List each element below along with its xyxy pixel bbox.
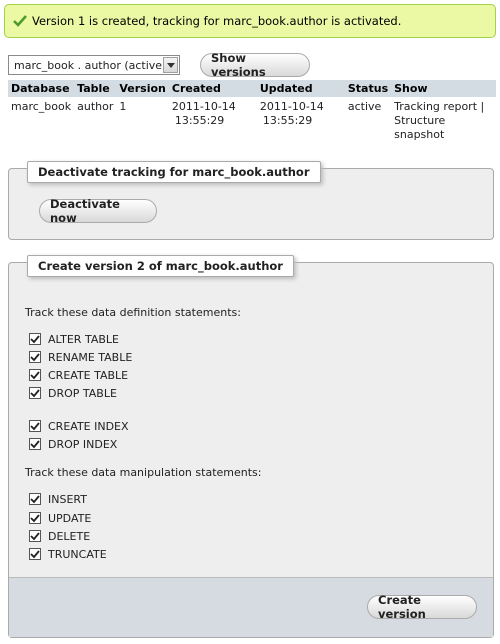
cell-table: author [77, 100, 114, 113]
checkbox-checked-icon[interactable] [29, 493, 41, 505]
create-version-legend: Create version 2 of marc_book.author [27, 255, 294, 277]
checkbox-label: DELETE [48, 529, 91, 543]
updated-date: 2011-10-14 [259, 100, 324, 113]
deactivate-legend: Deactivate tracking for marc_book.author [27, 161, 321, 183]
checkbox-checked-icon[interactable] [29, 369, 41, 381]
create-version-fieldset: Create version 2 of marc_book.author Tra… [8, 255, 494, 638]
table-row: marc_book author 1 2011-10-14 13:55:29 2… [8, 97, 496, 145]
checkbox-label: DROP INDEX [48, 437, 118, 451]
col-header: Created [168, 80, 257, 97]
table-version-select[interactable]: marc_book . author (active) [8, 55, 180, 75]
col-header: Table [74, 80, 117, 97]
checkbox-insert[interactable]: INSERT [29, 491, 87, 507]
checkbox-checked-icon[interactable] [29, 530, 41, 542]
cell-created: 2011-10-14 13:55:29 [169, 97, 257, 145]
checkbox-create-table[interactable]: CREATE TABLE [29, 367, 128, 383]
checkbox-label: CREATE INDEX [48, 419, 129, 433]
checkbox-checked-icon[interactable] [29, 438, 41, 450]
checkbox-label: TRUNCATE [48, 547, 107, 561]
checkbox-label: DROP TABLE [48, 386, 117, 400]
updated-time: 13:55:29 [262, 114, 313, 127]
success-text: Version 1 is created, tracking for marc_… [32, 14, 402, 28]
cell-database: marc_book [11, 100, 72, 113]
structure-snapshot-link[interactable]: Structure snapshot [394, 114, 493, 142]
checkbox-rename-table[interactable]: RENAME TABLE [29, 349, 132, 365]
created-date: 2011-10-14 [171, 100, 236, 113]
checkbox-checked-icon[interactable] [29, 387, 41, 399]
checkbox-drop-index[interactable]: DROP INDEX [29, 436, 117, 452]
col-header: Status [344, 80, 392, 97]
cell-version: 1 [119, 100, 127, 113]
checkbox-label: INSERT [48, 492, 87, 506]
show-versions-button[interactable]: Show versions [200, 51, 310, 79]
dml-label: Track these data manipulation statements… [25, 466, 262, 479]
checkbox-checked-icon[interactable] [29, 512, 41, 524]
deactivate-now-button[interactable]: Deactivate now [39, 197, 157, 225]
col-header: Database [8, 80, 75, 97]
success-message: Version 1 is created, tracking for marc_… [4, 4, 496, 38]
checkbox-label: CREATE TABLE [48, 368, 129, 382]
col-header: Version [116, 80, 169, 97]
checkbox-truncate[interactable]: TRUNCATE [29, 546, 107, 562]
created-time: 13:55:29 [174, 114, 225, 127]
link-separator: | [477, 100, 485, 113]
checkbox-label: ALTER TABLE [48, 332, 119, 346]
checkbox-create-index[interactable]: CREATE INDEX [29, 418, 129, 434]
cell-updated: 2011-10-14 13:55:29 [257, 97, 345, 145]
check-icon [13, 15, 27, 27]
deactivate-fieldset: Deactivate tracking for marc_book.author… [8, 161, 494, 240]
col-header: Updated [256, 80, 345, 97]
ddl-label: Track these data definition statements: [25, 306, 241, 319]
col-header: Show [391, 80, 496, 97]
checkbox-checked-icon[interactable] [29, 548, 41, 560]
checkbox-label: UPDATE [48, 511, 92, 525]
checkbox-update[interactable]: UPDATE [29, 510, 91, 526]
checkbox-alter-table[interactable]: ALTER TABLE [29, 331, 119, 347]
tracking-table: Database Table Version Created Updated S… [8, 80, 496, 145]
cell-status: active [347, 100, 382, 113]
checkbox-checked-icon[interactable] [29, 351, 41, 363]
tracking-report-link[interactable]: Tracking report [394, 100, 477, 113]
create-version-button[interactable]: Create version [367, 593, 477, 621]
checkbox-label: RENAME TABLE [48, 350, 133, 364]
checkbox-checked-icon[interactable] [29, 420, 41, 432]
select-value: marc_book . author (active) [14, 58, 167, 72]
checkbox-delete[interactable]: DELETE [29, 528, 90, 544]
checkbox-drop-table[interactable]: DROP TABLE [29, 385, 117, 401]
checkbox-checked-icon[interactable] [29, 333, 41, 345]
chevron-down-icon[interactable] [163, 57, 178, 73]
form-footer: Create version [9, 577, 493, 637]
cell-show: Tracking report | Structure snapshot [391, 97, 496, 145]
